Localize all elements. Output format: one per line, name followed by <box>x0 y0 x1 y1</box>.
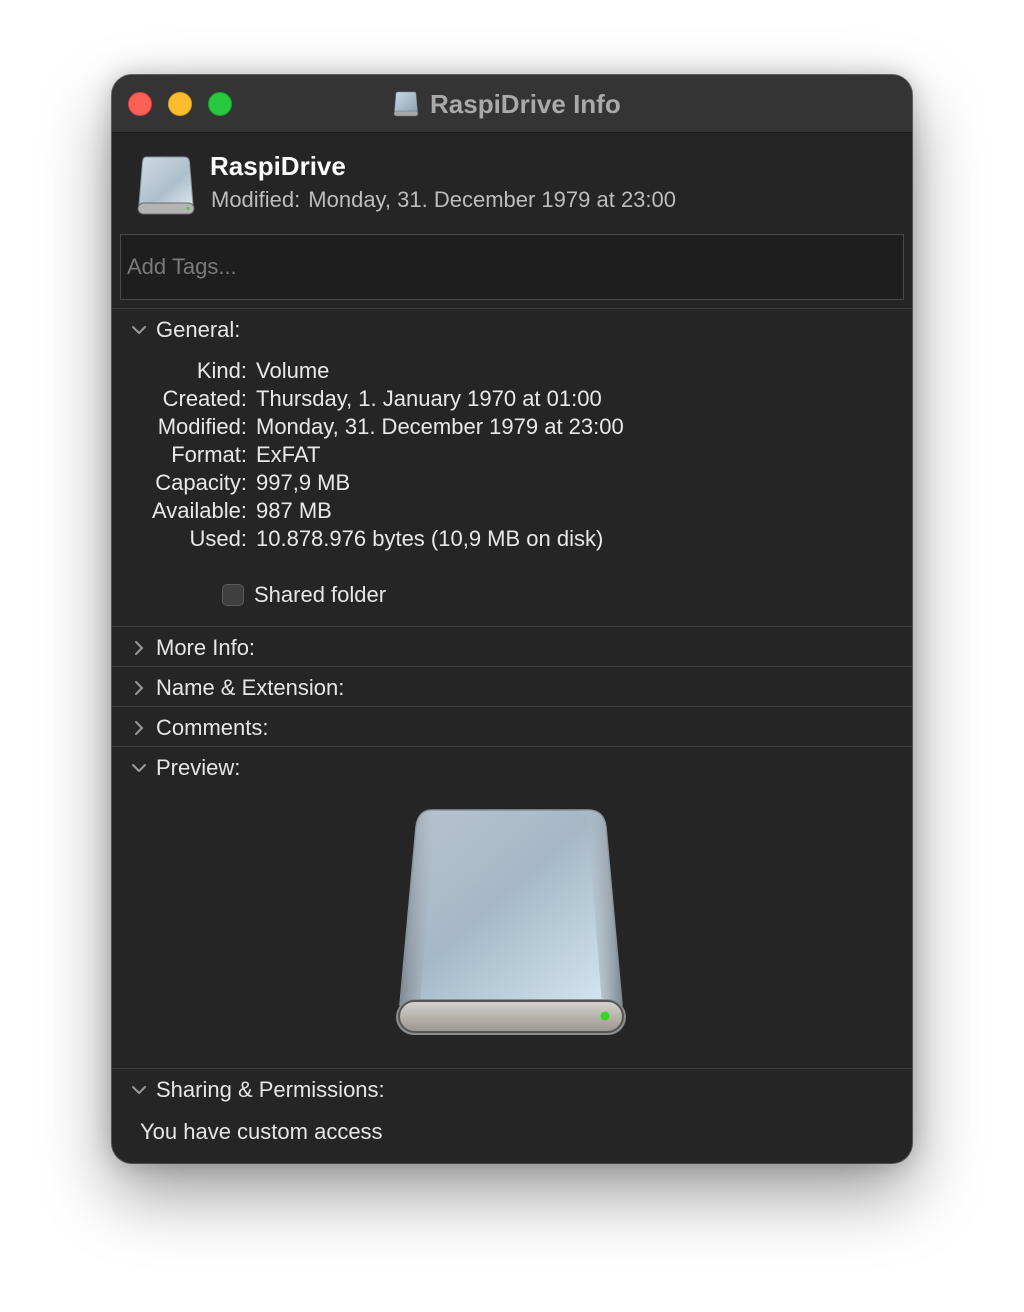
general-section-toggle[interactable]: General: <box>112 311 912 349</box>
chevron-right-icon[interactable] <box>130 639 148 657</box>
window-title: RaspiDrive Info <box>430 88 621 119</box>
header-modified-line: Modified: Monday, 31. December 1979 at 23… <box>211 187 676 213</box>
more-info-section-toggle[interactable]: More Info: <box>112 629 912 667</box>
info-value: Monday, 31. December 1979 at 23:00 <box>256 414 624 439</box>
divider <box>112 626 912 627</box>
divider <box>112 1068 912 1069</box>
header-modified-label: Modified: <box>211 187 301 212</box>
comments-section-toggle[interactable]: Comments: <box>112 709 912 747</box>
sharing-section-toggle[interactable]: Sharing & Permissions: <box>112 1071 912 1109</box>
info-row-created: Created: Thursday, 1. January 1970 at 01… <box>112 386 912 414</box>
info-value: 997,9 MB <box>256 470 351 495</box>
divider <box>112 666 912 667</box>
drive-led <box>600 1011 610 1021</box>
info-value: 987 MB <box>256 498 332 523</box>
shared-folder-label[interactable]: Shared folder <box>254 582 386 608</box>
info-key: Available: <box>152 498 247 523</box>
access-status-text: You have custom access <box>140 1119 383 1144</box>
general-section-label: General: <box>156 317 241 342</box>
tags-input[interactable] <box>120 234 904 300</box>
info-row-kind: Kind: Volume <box>112 358 912 386</box>
chevron-down-icon[interactable] <box>130 321 148 339</box>
more-info-section-label: More Info: <box>156 635 256 660</box>
sharing-section-label: Sharing & Permissions: <box>156 1077 385 1102</box>
chevron-down-icon[interactable] <box>130 759 148 777</box>
shared-folder-checkbox[interactable] <box>222 584 244 606</box>
divider <box>112 706 912 707</box>
header-modified-value: Monday, 31. December 1979 at 23:00 <box>308 187 676 212</box>
preview-section-toggle[interactable]: Preview: <box>112 749 912 787</box>
info-key: Used: <box>189 526 247 551</box>
preview-section-label: Preview: <box>156 755 241 780</box>
title-bar[interactable]: RaspiDrive Info <box>112 75 912 133</box>
info-row-modified: Modified: Monday, 31. December 1979 at 2… <box>112 414 912 442</box>
divider <box>112 746 912 747</box>
info-value: ExFAT <box>256 442 321 467</box>
drive-preview-image <box>396 809 626 1035</box>
info-key: Kind: <box>196 358 247 383</box>
info-key: Capacity: <box>155 470 247 495</box>
info-key: Modified: <box>157 414 247 439</box>
window-title-group: RaspiDrive Info <box>392 87 621 121</box>
zoom-button[interactable] <box>208 92 232 116</box>
chevron-down-icon[interactable] <box>130 1081 148 1099</box>
info-window: RaspiDrive Info RaspiDrive Modified: Mond… <box>112 75 912 1163</box>
chevron-right-icon[interactable] <box>130 719 148 737</box>
external-drive-icon <box>137 156 195 215</box>
volume-name: RaspiDrive <box>210 151 346 181</box>
info-value: Thursday, 1. January 1970 at 01:00 <box>256 386 602 411</box>
info-value: Volume <box>256 358 330 383</box>
info-row-format: Format: ExFAT <box>112 442 912 470</box>
comments-section-label: Comments: <box>156 715 269 740</box>
external-drive-icon <box>393 91 419 117</box>
info-row-used: Used: 10.878.976 bytes (10,9 MB on disk) <box>112 526 912 554</box>
info-key: Created: <box>162 386 247 411</box>
info-value: 10.878.976 bytes (10,9 MB on disk) <box>256 526 604 551</box>
info-row-available: Available: 987 MB <box>112 498 912 526</box>
info-row-capacity: Capacity: 997,9 MB <box>112 470 912 498</box>
chevron-right-icon[interactable] <box>130 679 148 697</box>
info-key: Format: <box>171 442 247 467</box>
close-button[interactable] <box>128 92 152 116</box>
name-extension-section-label: Name & Extension: <box>156 675 345 700</box>
minimize-button[interactable] <box>168 92 192 116</box>
name-extension-section-toggle[interactable]: Name & Extension: <box>112 669 912 707</box>
divider <box>112 308 912 309</box>
